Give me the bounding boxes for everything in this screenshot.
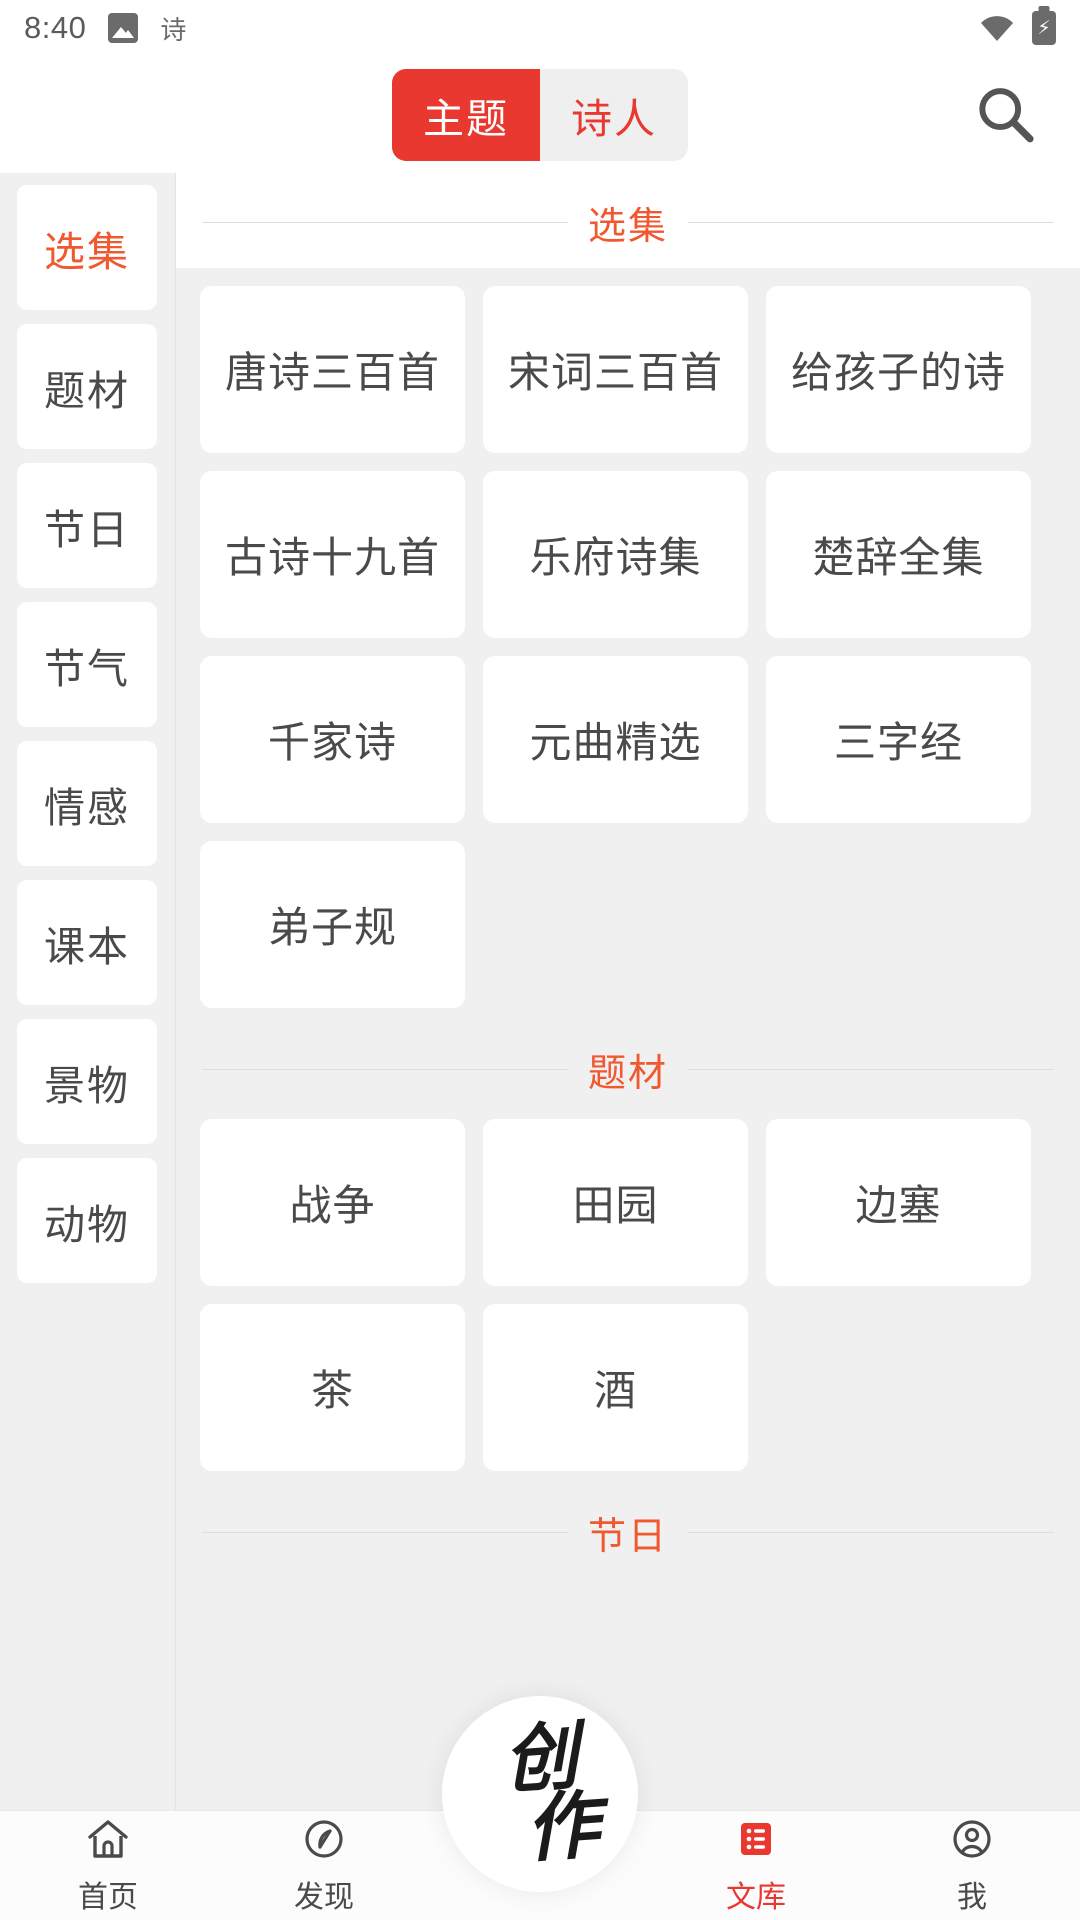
section-grid-ticai: 战争 田园 边塞 茶 酒 (176, 1119, 1080, 1471)
grid-card[interactable]: 宋词三百首 (483, 286, 748, 453)
sidebar-item-jingwu[interactable]: 景物 (17, 1019, 157, 1144)
page-body: 选集 题材 节日 节气 情感 课本 景物 动物 选集 唐诗三百首 宋词三百首 给… (0, 173, 1080, 1810)
status-bar: 8:40 诗 ⚡ (0, 0, 1080, 56)
grid-card[interactable]: 三字经 (766, 656, 1031, 823)
section-header-ticai: 题材 (176, 1008, 1080, 1119)
battery-bolt-glyph: ⚡ (1037, 17, 1051, 39)
image-icon (108, 13, 139, 43)
home-icon (85, 1816, 131, 1862)
grid-card[interactable]: 边塞 (766, 1119, 1031, 1286)
section-header-xuanji: 选集 (176, 173, 1080, 268)
tab-poet[interactable]: 诗人 (540, 68, 688, 161)
notification-text: 诗 (160, 14, 187, 45)
grid-card[interactable]: 千家诗 (200, 656, 465, 823)
create-char-2: 作 (522, 1782, 597, 1873)
section-header-jieri: 节日 (176, 1471, 1080, 1578)
library-list-icon (733, 1816, 779, 1862)
nav-label: 首页 (78, 1880, 138, 1914)
sidebar-item-jieri[interactable]: 节日 (17, 463, 157, 588)
divider-right (688, 1069, 1055, 1070)
section-title: 题材 (588, 1053, 669, 1095)
compass-icon (301, 1816, 347, 1862)
grid-card[interactable]: 唐诗三百首 (200, 286, 465, 453)
divider-left (202, 222, 568, 223)
nav-label: 发现 (294, 1880, 354, 1914)
status-bar-right: ⚡ (980, 11, 1056, 45)
nav-label: 文库 (726, 1880, 786, 1914)
nav-item-library[interactable]: 文库 (648, 1816, 864, 1916)
sidebar-item-qinggan[interactable]: 情感 (17, 741, 157, 866)
divider-right (688, 222, 1055, 223)
sidebar-item-keben[interactable]: 课本 (17, 880, 157, 1005)
divider-left (202, 1532, 568, 1533)
section-grid-xuanji: 唐诗三百首 宋词三百首 给孩子的诗 古诗十九首 乐府诗集 楚辞全集 千家诗 元曲… (176, 268, 1080, 1008)
sidebar-item-ticai[interactable]: 题材 (17, 324, 157, 449)
grid-card[interactable]: 弟子规 (200, 841, 465, 1008)
section-title: 节日 (588, 1516, 669, 1558)
grid-card[interactable]: 古诗十九首 (200, 471, 465, 638)
status-bar-left: 8:40 诗 (24, 10, 186, 47)
person-icon (949, 1816, 995, 1862)
grid-card[interactable]: 酒 (483, 1304, 748, 1471)
app-root: 8:40 诗 ⚡ 主题 诗人 选集 题材 节日 节气 情感 课本 景物 动物 选… (0, 0, 1080, 1920)
category-content: 选集 唐诗三百首 宋词三百首 给孩子的诗 古诗十九首 乐府诗集 楚辞全集 千家诗… (175, 173, 1080, 1810)
create-button[interactable]: 创 作 (442, 1696, 638, 1892)
grid-card[interactable]: 元曲精选 (483, 656, 748, 823)
grid-card[interactable]: 给孩子的诗 (766, 286, 1031, 453)
grid-card[interactable]: 茶 (200, 1304, 465, 1471)
nav-label: 我 (957, 1880, 987, 1914)
sidebar-item-xuanji[interactable]: 选集 (17, 185, 157, 310)
section-title: 选集 (588, 206, 669, 248)
grid-card[interactable]: 田园 (483, 1119, 748, 1286)
nav-item-home[interactable]: 首页 (0, 1816, 216, 1916)
nav-item-discover[interactable]: 发现 (216, 1816, 432, 1916)
battery-charging-icon: ⚡ (1032, 11, 1056, 45)
status-time: 8:40 (24, 10, 87, 45)
search-icon[interactable] (966, 76, 1044, 154)
grid-card[interactable]: 乐府诗集 (483, 471, 748, 638)
grid-card[interactable]: 楚辞全集 (766, 471, 1031, 638)
nav-item-profile[interactable]: 我 (864, 1816, 1080, 1916)
category-sidebar[interactable]: 选集 题材 节日 节气 情感 课本 景物 动物 (0, 173, 175, 1810)
create-button-label: 创 作 (484, 1714, 597, 1873)
tab-segment-control[interactable]: 主题 诗人 (392, 68, 688, 161)
wifi-icon (980, 15, 1014, 41)
divider-right (688, 1532, 1055, 1533)
grid-card[interactable]: 战争 (200, 1119, 465, 1286)
tab-theme[interactable]: 主题 (392, 68, 540, 161)
top-bar: 主题 诗人 (0, 56, 1080, 173)
divider-left (202, 1069, 568, 1070)
sidebar-item-dongwu[interactable]: 动物 (17, 1158, 157, 1283)
sidebar-item-jieqi[interactable]: 节气 (17, 602, 157, 727)
